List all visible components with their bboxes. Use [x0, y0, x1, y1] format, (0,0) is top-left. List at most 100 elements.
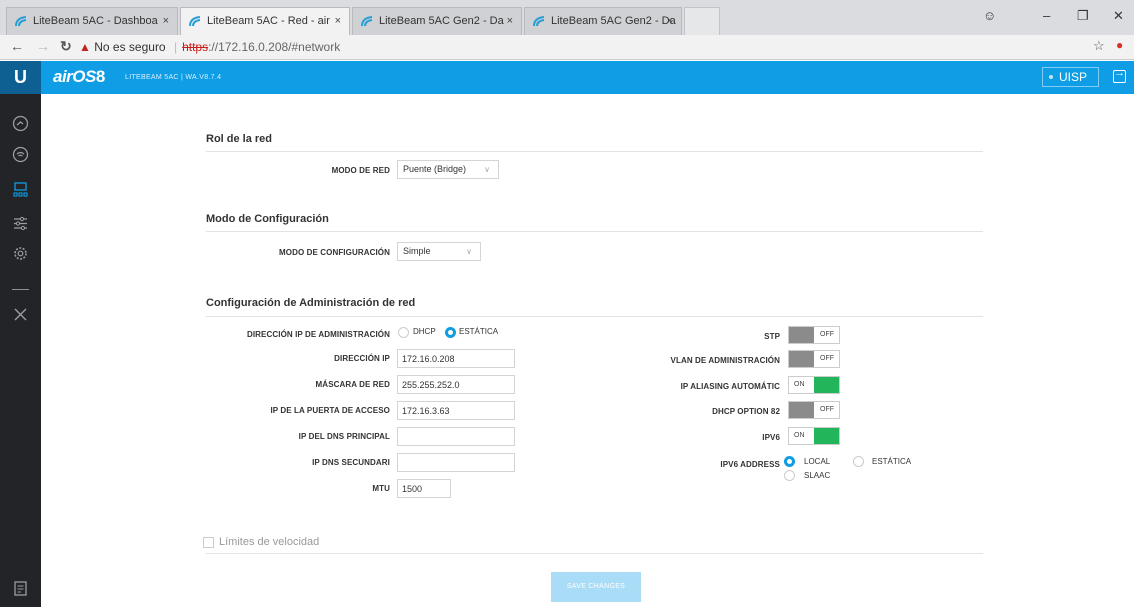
secondary-dns-input[interactable] [397, 453, 515, 472]
toggle-text: ON [794, 432, 805, 439]
browser-tab[interactable]: LiteBeam 5AC Gen2 - Da × [524, 7, 682, 35]
ip-mode-static-label: ESTÁTICA [459, 327, 499, 336]
tab-title: LiteBeam 5AC - Dashboa [33, 15, 158, 27]
browser-tab-active[interactable]: LiteBeam 5AC - Red - air × [180, 7, 350, 35]
ubiquiti-favicon-icon [189, 16, 201, 27]
primary-dns-input[interactable] [397, 427, 515, 446]
url-path: ://172.16.0.208/#network [208, 40, 341, 54]
wireless-icon[interactable] [12, 146, 29, 163]
ubiquiti-favicon-icon [15, 16, 27, 27]
browser-tab[interactable]: LiteBeam 5AC Gen2 - Da × [352, 7, 522, 35]
browser-tab-bar: LiteBeam 5AC - Dashboa × LiteBeam 5AC - … [0, 0, 1134, 35]
ipv6-local-radio[interactable] [784, 456, 795, 467]
bookmark-star-icon[interactable]: ☆ [1093, 38, 1105, 54]
config-mode-select[interactable]: Simple ∨ [397, 242, 481, 261]
netmask-input[interactable] [397, 375, 515, 394]
mtu-label: MTU [372, 484, 390, 493]
minimize-icon[interactable]: – [1043, 8, 1050, 23]
gateway-input[interactable] [397, 401, 515, 420]
vlan-toggle[interactable]: OFF [788, 350, 840, 368]
restore-icon[interactable]: ❐ [1077, 8, 1089, 24]
tab-title: LiteBeam 5AC Gen2 - Da [379, 15, 504, 27]
stp-toggle[interactable]: OFF [788, 326, 840, 344]
uisp-button[interactable]: UISP [1042, 67, 1099, 87]
section-title-network-role: Rol de la red [206, 133, 273, 145]
toggle-knob [814, 377, 839, 393]
airos-logo: airOS8 [53, 67, 105, 87]
sidebar-divider [12, 289, 29, 290]
ip-address-label: DIRECCIÓN IP [334, 354, 390, 363]
new-tab-button[interactable] [684, 7, 720, 35]
browser-tab[interactable]: LiteBeam 5AC - Dashboa × [6, 7, 178, 35]
address-bar: ← → ↻ ▲ No es seguro | https://172.16.0.2… [0, 35, 1134, 60]
toggle-text: ON [794, 381, 805, 388]
ip-aliasing-label: IP ALIASING AUTOMÁTIC [680, 382, 780, 391]
network-mode-value: Puente (Bridge) [403, 164, 467, 174]
url-separator: | [173, 40, 178, 54]
ipv6-static-label: ESTÁTICA [872, 457, 912, 466]
secondary-dns-label: IP DNS SECUNDARI [312, 458, 390, 467]
ip-mode-dhcp-label: DHCP [413, 327, 436, 336]
toggle-text: OFF [820, 406, 834, 413]
toggle-text: OFF [820, 331, 834, 338]
tools-icon[interactable] [12, 306, 29, 323]
sidebar [0, 94, 41, 607]
primary-dns-label: IP DEL DNS PRINCIPAL [298, 432, 390, 441]
tab-close-icon[interactable]: × [335, 8, 341, 34]
tab-close-icon[interactable]: × [507, 8, 513, 34]
config-mode-label: MODO DE CONFIGURACIÓN [279, 248, 390, 257]
logout-icon[interactable] [1113, 67, 1126, 83]
app-header: U airOS8 LITEBEAM 5AC | WA.V8.7.4 UISP [0, 61, 1134, 94]
uisp-label: UISP [1059, 70, 1088, 84]
tab-close-icon[interactable]: × [667, 8, 673, 34]
system-icon[interactable] [12, 245, 29, 262]
toggle-knob [789, 351, 814, 367]
section-divider [206, 316, 983, 317]
ip-mode-label: DIRECCIÓN IP DE ADMINISTRACIÓN [246, 330, 390, 339]
extension-icon[interactable]: ● [1116, 38, 1123, 52]
security-label: No es seguro [94, 40, 166, 54]
url-scheme: https [182, 40, 209, 54]
reload-icon[interactable]: ↻ [60, 38, 72, 55]
device-subtitle: LITEBEAM 5AC | WA.V8.7.4 [125, 74, 222, 81]
section-divider [206, 553, 983, 554]
network-mode-label: MODO DE RED [331, 166, 390, 175]
ip-aliasing-toggle[interactable]: ON [788, 376, 840, 394]
section-title-management: Configuración de Administración de red [206, 297, 416, 309]
stp-label: STP [764, 332, 780, 341]
toggle-knob [789, 327, 814, 343]
network-mode-select[interactable]: Puente (Bridge) ∨ [397, 160, 499, 179]
dashboard-icon[interactable] [12, 115, 29, 132]
section-divider [206, 151, 983, 152]
ubiquiti-logo-icon[interactable]: U [0, 61, 41, 94]
back-icon[interactable]: ← [10, 38, 24, 54]
url-field[interactable]: ▲ No es seguro | https://172.16.0.208/#ne… [79, 37, 340, 57]
toggle-text: OFF [820, 355, 834, 362]
speed-limits-checkbox[interactable] [203, 537, 214, 548]
status-dot-icon [1049, 75, 1053, 79]
ipv6-slaac-radio[interactable] [784, 470, 795, 481]
log-icon[interactable] [12, 580, 29, 597]
mtu-input[interactable] [397, 479, 451, 498]
netmask-label: MÁSCARA DE RED [315, 380, 390, 389]
config-mode-value: Simple [403, 246, 431, 256]
close-window-icon[interactable]: ✕ [1113, 8, 1124, 24]
dhcp-option82-toggle[interactable]: OFF [788, 401, 840, 419]
profile-icon[interactable]: ☺ [983, 8, 996, 23]
speed-limits-label: Límites de velocidad [219, 536, 320, 548]
tab-title: LiteBeam 5AC - Red - air [207, 15, 330, 27]
ip-mode-static-radio[interactable] [445, 327, 456, 338]
dhcp-option82-label: DHCP OPTION 82 [712, 407, 780, 416]
services-icon[interactable] [12, 215, 29, 232]
forward-icon[interactable]: → [36, 38, 50, 54]
tab-close-icon[interactable]: × [163, 8, 169, 34]
ipv6-static-radio[interactable] [853, 456, 864, 467]
save-changes-button[interactable]: SAVE CHANGES [551, 572, 641, 602]
ip-mode-dhcp-radio[interactable] [398, 327, 409, 338]
chevron-down-icon: ∨ [484, 165, 490, 174]
ip-address-input[interactable] [397, 349, 515, 368]
network-icon[interactable] [12, 181, 29, 198]
ipv6-label: IPV6 [762, 433, 780, 442]
brand-name: airOS [53, 67, 96, 86]
ipv6-toggle[interactable]: ON [788, 427, 840, 445]
